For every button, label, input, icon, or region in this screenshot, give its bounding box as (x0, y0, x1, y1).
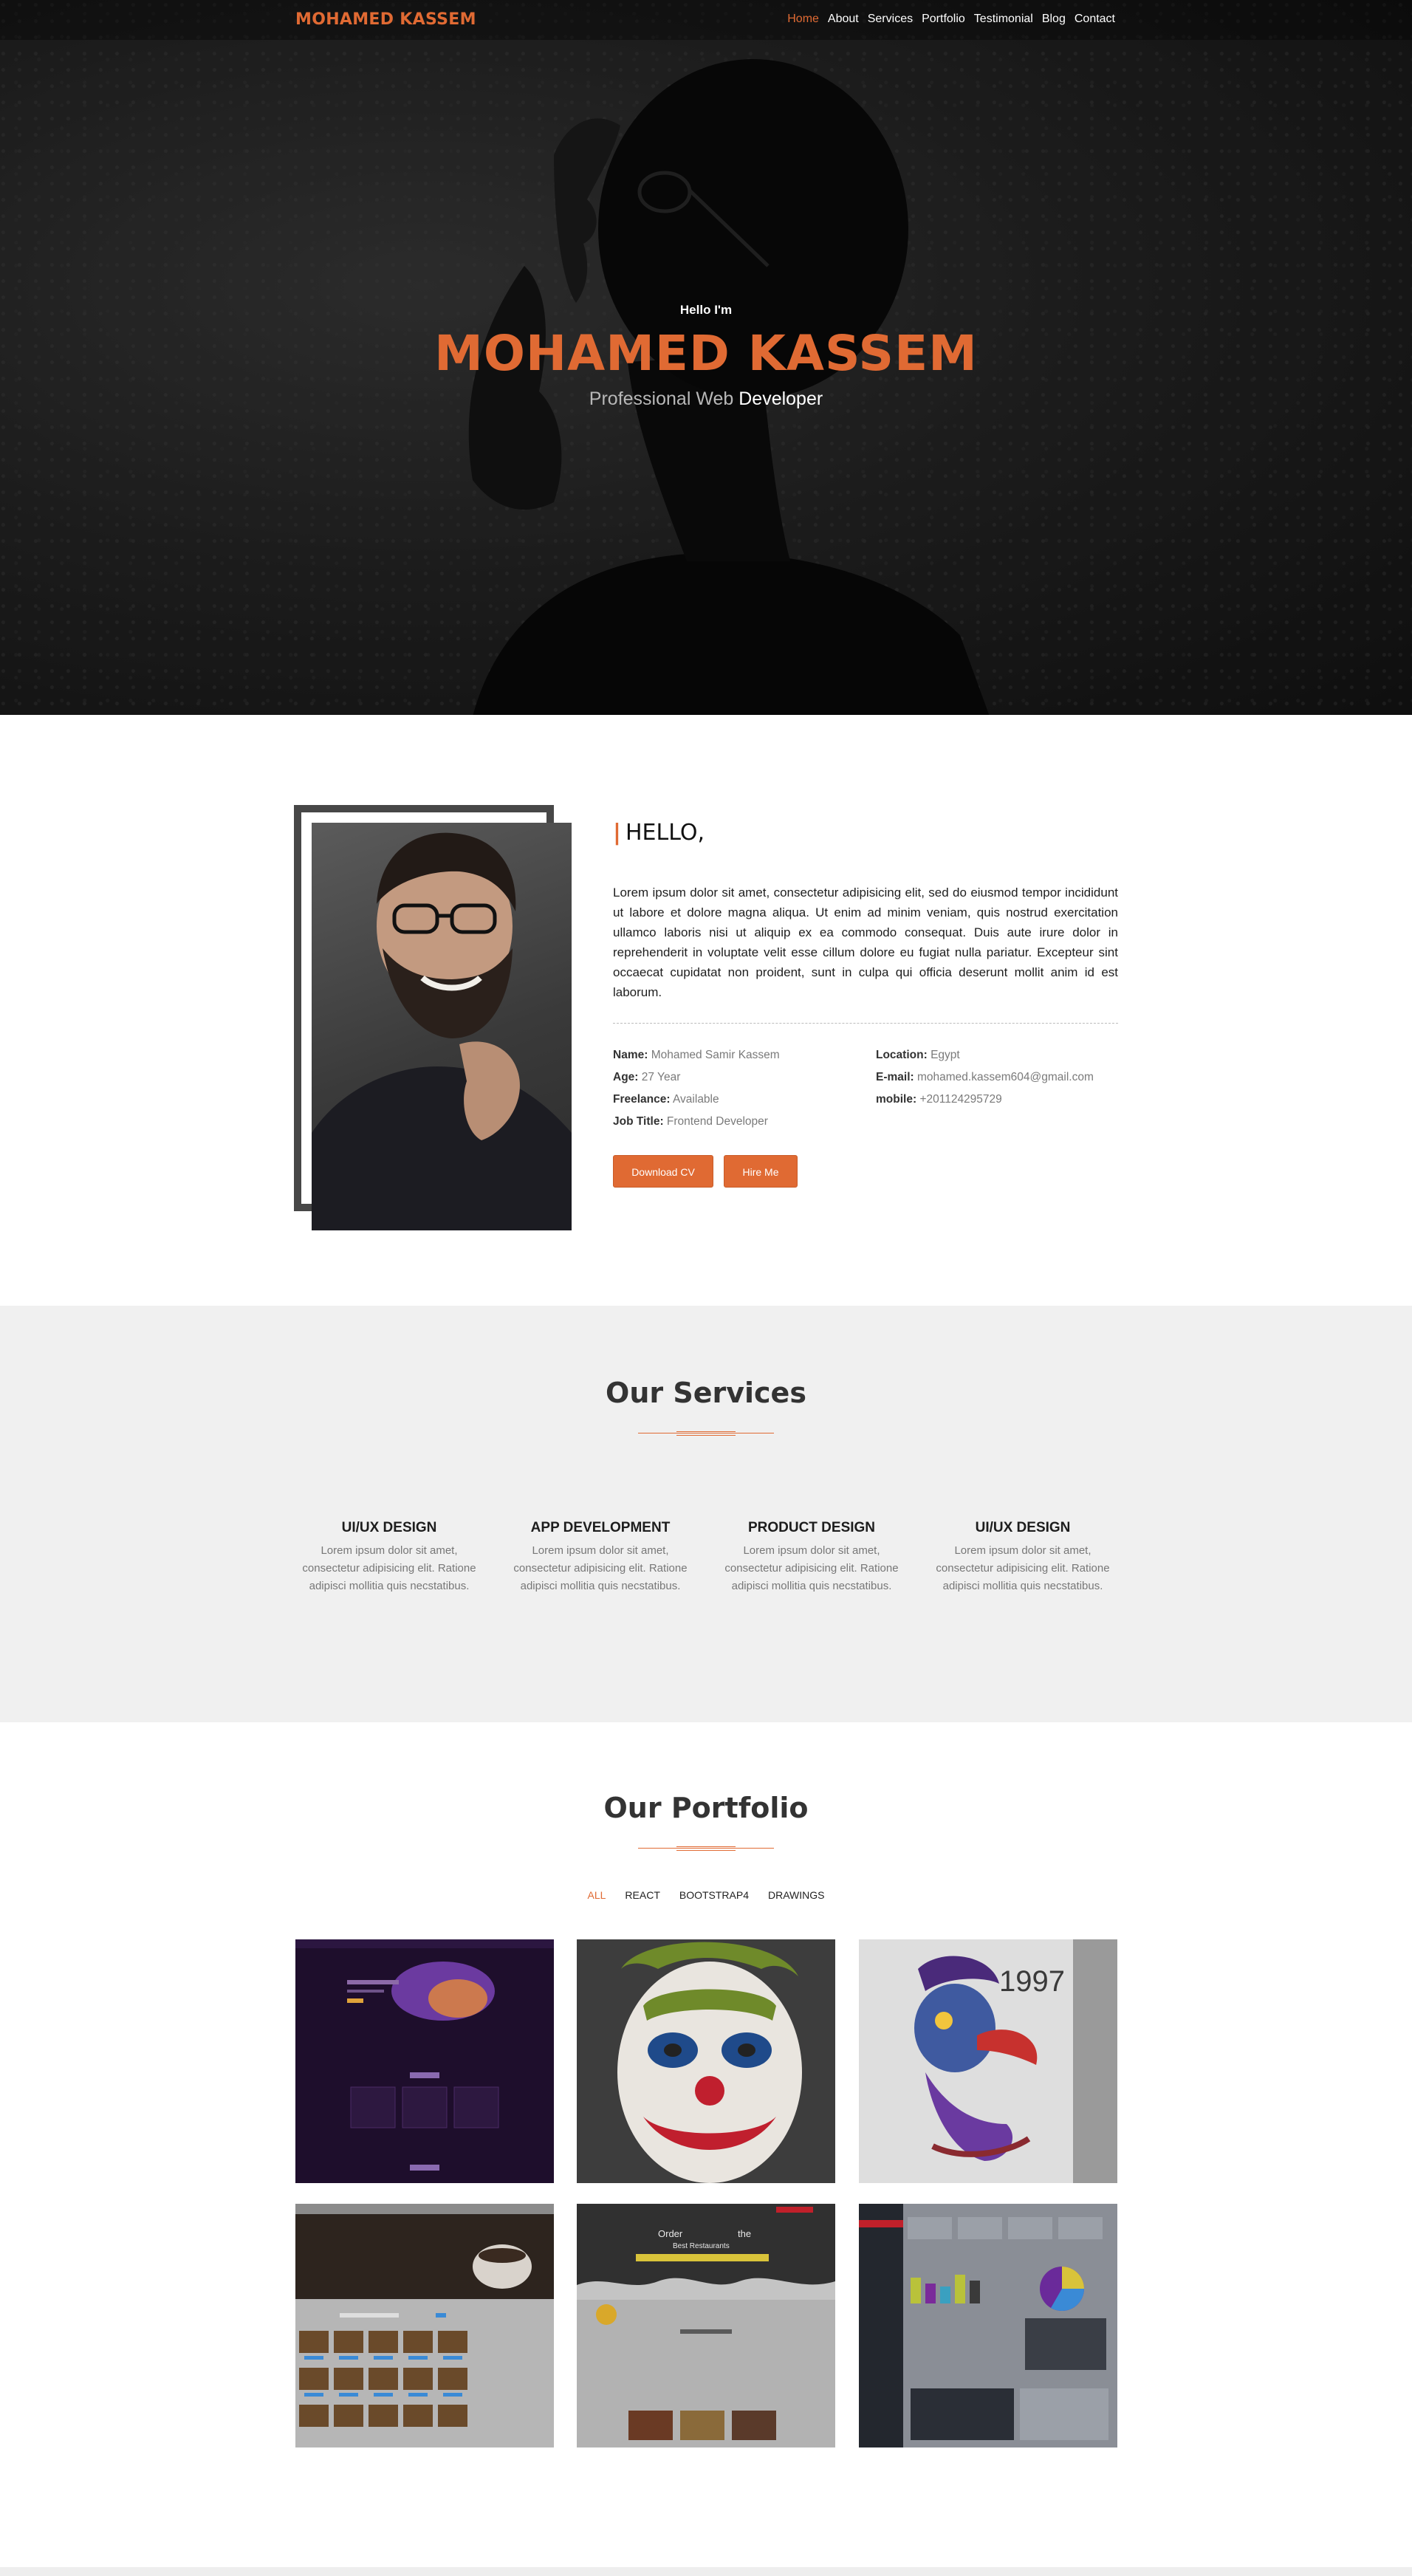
info-value: 27 Year (641, 1071, 681, 1083)
page: Hello I'm MOHAMED KASSEM Professional We… (0, 0, 1412, 2576)
nav-link-about[interactable]: About (828, 13, 859, 26)
info-email: E-mail: mohamed.kassem604@gmail.com (876, 1071, 1118, 1084)
info-key: Location: (876, 1049, 928, 1061)
service-title: APP DEVELOPMENT (530, 1520, 671, 1535)
hero-name: MOHAMED KASSEM (434, 325, 978, 382)
nav-link-portfolio[interactable]: Portfolio (922, 13, 965, 26)
info-value: Frontend Developer (666, 1115, 768, 1128)
service-card: PRODUCT DESIGN Lorem ipsum dolor sit ame… (719, 1520, 904, 1595)
personal-info: Name: Mohamed Samir Kassem Location: Egy… (613, 1049, 1118, 1128)
hero-section: Hello I'm MOHAMED KASSEM Professional We… (0, 0, 1412, 715)
service-card: UI/UX DESIGN Lorem ipsum dolor sit amet,… (931, 1520, 1115, 1595)
hero-greeting: Hello I'm (679, 303, 733, 317)
filter-bootstrap4[interactable]: BOOTSTRAP4 (679, 1889, 749, 1901)
nav-link-contact[interactable]: Contact (1075, 13, 1115, 26)
about-title: | HELLO, (613, 820, 1118, 846)
portfolio-title-underline (638, 1846, 774, 1855)
nav-link-testimonial[interactable]: Testimonial (974, 13, 1033, 26)
portfolio-tile-website[interactable] (295, 1939, 554, 2183)
restaurant-heading-c: Best Restaurants (673, 2242, 730, 2250)
info-key: E-mail: (876, 1071, 914, 1083)
drawing-year-text: 1997 (999, 1965, 1065, 1998)
info-value: +201124295729 (919, 1093, 1002, 1106)
restaurant-heading-b: the (738, 2228, 751, 2239)
info-location: Location: Egypt (876, 1049, 1118, 1062)
brand-logo[interactable]: MOHAMED KASSEM (295, 10, 476, 29)
info-value: Egypt (931, 1049, 960, 1061)
joker-drawing-image (577, 1939, 835, 2183)
hero-subtitle-prefix: Professional Web (589, 388, 734, 409)
about-title-text: HELLO, (625, 820, 705, 846)
profile-photo-illustration (312, 832, 572, 1230)
filter-all[interactable]: ALL (588, 1889, 606, 1901)
services-title: Our Services (606, 1377, 806, 1409)
info-freelance: Freelance: Available (613, 1093, 876, 1106)
portfolio-section: Our Portfolio ALL REACT BOOTSTRAP4 DRAWI… (0, 1722, 1412, 2567)
info-value: Available (673, 1093, 719, 1106)
portfolio-title: Our Portfolio (603, 1792, 809, 1824)
info-mobile: mobile: +201124295729 (876, 1093, 1118, 1106)
info-key: Freelance: (613, 1093, 671, 1106)
nav-link-blog[interactable]: Blog (1042, 13, 1066, 26)
info-age: Age: 27 Year (613, 1071, 876, 1084)
restaurant-website-preview-image: Order the Best Restaurants (577, 2204, 835, 2447)
about-buttons: Download CV Hire Me (613, 1155, 1118, 1188)
food-website-preview-image (295, 2204, 554, 2447)
hero-subtitle-highlight: Developer (738, 388, 823, 409)
profile-photo (312, 823, 572, 1230)
info-name: Name: Mohamed Samir Kassem (613, 1049, 876, 1062)
nav-menu: Home About Services Portfolio Testimonia… (787, 13, 1115, 26)
about-divider (613, 1023, 1118, 1024)
about-paragraph: Lorem ipsum dolor sit amet, consectetur … (613, 886, 1118, 999)
info-key: Age: (613, 1071, 639, 1083)
services-title-underline (638, 1431, 774, 1440)
portfolio-tile-food[interactable] (295, 2204, 554, 2447)
service-card: APP DEVELOPMENT Lorem ipsum dolor sit am… (508, 1520, 693, 1595)
hire-me-button[interactable]: Hire Me (724, 1155, 798, 1188)
dashboard-preview-image (859, 2204, 1117, 2447)
portfolio-tile-dashboard[interactable] (859, 2204, 1117, 2447)
service-title: UI/UX DESIGN (341, 1520, 437, 1535)
restaurant-heading-a: Order (658, 2228, 683, 2239)
navbar: MOHAMED KASSEM Home About Services Portf… (0, 0, 1412, 40)
info-key: Name: (613, 1049, 648, 1061)
portfolio-tile-joker[interactable] (577, 1939, 835, 2183)
service-text: Lorem ipsum dolor sit amet, consectetur … (302, 1544, 476, 1592)
about-section: | HELLO, Lorem ipsum dolor sit amet, cons… (0, 715, 1412, 1306)
service-title: UI/UX DESIGN (975, 1520, 1071, 1535)
hero-subtitle: Professional Web Developer (0, 388, 1412, 410)
info-value: Mohamed Samir Kassem (651, 1049, 780, 1061)
portfolio-tile-restaurant[interactable]: Order the Best Restaurants (577, 2204, 835, 2447)
nav-link-services[interactable]: Services (868, 13, 913, 26)
pirate-parrot-drawing-image: 1997 (859, 1939, 1117, 2183)
info-key: mobile: (876, 1093, 917, 1106)
services-section: Our Services UI/UX DESIGN Lorem ipsum do… (0, 1306, 1412, 1722)
title-accent-bar: | (613, 820, 621, 846)
service-text: Lorem ipsum dolor sit amet, consectetur … (513, 1544, 688, 1592)
website-preview-image (295, 1939, 554, 2183)
portfolio-filters: ALL REACT BOOTSTRAP4 DRAWINGS (0, 1889, 1412, 1901)
info-job-title: Job Title: Frontend Developer (613, 1115, 876, 1128)
download-cv-button[interactable]: Download CV (613, 1155, 713, 1188)
service-text: Lorem ipsum dolor sit amet, consectetur … (724, 1544, 899, 1592)
filter-drawings[interactable]: DRAWINGS (768, 1889, 824, 1901)
nav-link-home[interactable]: Home (787, 13, 819, 26)
service-text: Lorem ipsum dolor sit amet, consectetur … (936, 1544, 1110, 1592)
service-card: UI/UX DESIGN Lorem ipsum dolor sit amet,… (297, 1520, 481, 1595)
info-key: Job Title: (613, 1115, 664, 1128)
about-content: | HELLO, Lorem ipsum dolor sit amet, cons… (613, 820, 1118, 1188)
info-value: mohamed.kassem604@gmail.com (917, 1071, 1094, 1083)
portfolio-tile-pirate[interactable]: 1997 (859, 1939, 1117, 2183)
service-title: PRODUCT DESIGN (747, 1520, 876, 1535)
footer-band (0, 2567, 1412, 2576)
filter-react[interactable]: REACT (625, 1889, 659, 1901)
